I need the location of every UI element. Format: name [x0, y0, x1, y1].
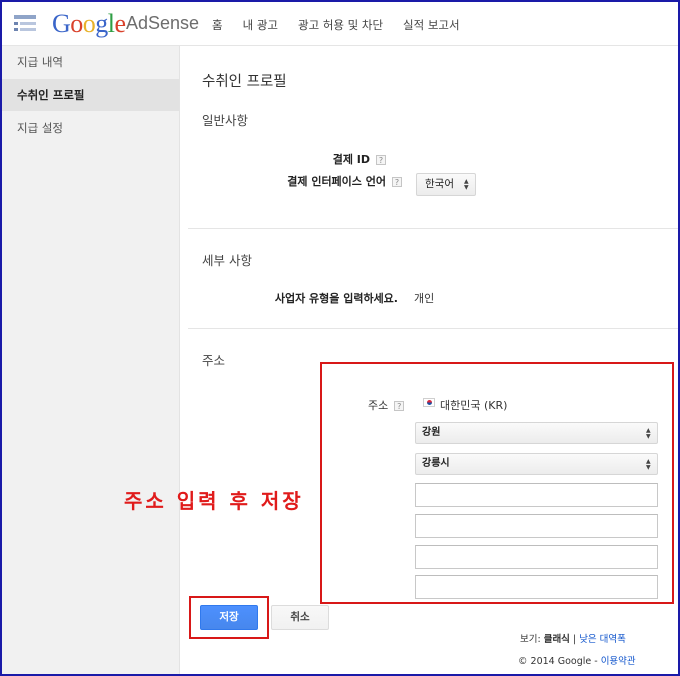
terms-link[interactable]: 이용약관: [601, 656, 636, 667]
payment-language-select[interactable]: 한국어 ▲ ▼: [416, 173, 476, 196]
korea-flag-icon: [423, 398, 435, 407]
cancel-button[interactable]: 취소: [271, 605, 329, 630]
annotation-text: 주소 입력 후 저장: [124, 489, 304, 513]
low-bandwidth-link[interactable]: 낮은 대역폭: [579, 634, 626, 645]
nav-my-ads[interactable]: 내 광고: [243, 17, 278, 33]
nav-performance-reports[interactable]: 실적 보고서: [403, 17, 460, 33]
select-arrows-icon: ▲ ▼: [464, 178, 469, 191]
google-logo[interactable]: Google: [52, 9, 126, 39]
address-line-1-input[interactable]: [415, 483, 658, 507]
nav-allow-block-ads[interactable]: 광고 허용 및 차단: [298, 17, 383, 33]
main-nav: 홈 내 광고 광고 허용 및 차단 실적 보고서: [212, 17, 480, 33]
view-classic: 클래식: [543, 634, 570, 645]
section-divider: [188, 328, 678, 329]
help-icon[interactable]: ?: [394, 401, 405, 411]
page-title: 수취인 프로필: [202, 74, 287, 90]
payment-language-label: 결제 인터페이스 언어?: [287, 173, 402, 189]
help-icon[interactable]: ?: [392, 177, 402, 187]
select-arrows-icon: ▲ ▼: [646, 427, 651, 440]
sidebar-item-payee-profile[interactable]: 수취인 프로필: [2, 79, 179, 111]
business-type-label: 사업자 유형을 입력하세요.: [274, 292, 398, 305]
save-button[interactable]: 저장: [200, 605, 258, 630]
adsense-product-name: AdSense: [126, 13, 200, 33]
sidebar: 지급 내역 수취인 프로필 지급 설정: [2, 46, 180, 674]
top-bar: Google AdSense 홈 내 광고 광고 허용 및 차단 실적 보고서: [2, 2, 678, 46]
city-select[interactable]: 강릉시 ▲ ▼: [415, 453, 658, 475]
view-mode-footer: 보기: 클래식 | 낮은 대역폭: [520, 634, 626, 645]
select-arrows-icon: ▲ ▼: [646, 458, 651, 471]
section-title-general: 일반사항: [202, 113, 249, 128]
business-type-value: 개인: [414, 292, 435, 305]
help-icon[interactable]: ?: [376, 155, 386, 165]
section-title-address: 주소: [202, 353, 226, 368]
apps-menu-icon[interactable]: [14, 15, 38, 33]
address-line-2-input[interactable]: [415, 514, 658, 538]
copyright-footer: © 2014 Google - 이용약관: [518, 656, 636, 667]
payment-id-label: 결제 ID?: [333, 151, 386, 167]
address-country: 대한민국 (KR): [440, 399, 508, 412]
sidebar-item-payment-history[interactable]: 지급 내역: [2, 46, 179, 78]
screenshot-frame: Google AdSense 홈 내 광고 광고 허용 및 차단 실적 보고서 …: [0, 0, 680, 676]
sidebar-item-payment-settings[interactable]: 지급 설정: [2, 112, 179, 144]
address-line-3-input[interactable]: [415, 545, 658, 569]
section-title-details: 세부 사항: [202, 253, 252, 268]
province-select[interactable]: 강원 ▲ ▼: [415, 422, 658, 444]
nav-home[interactable]: 홈: [212, 17, 223, 33]
address-line-4-input[interactable]: [415, 575, 658, 599]
address-label: 주소?: [368, 397, 405, 413]
section-divider: [188, 228, 678, 229]
